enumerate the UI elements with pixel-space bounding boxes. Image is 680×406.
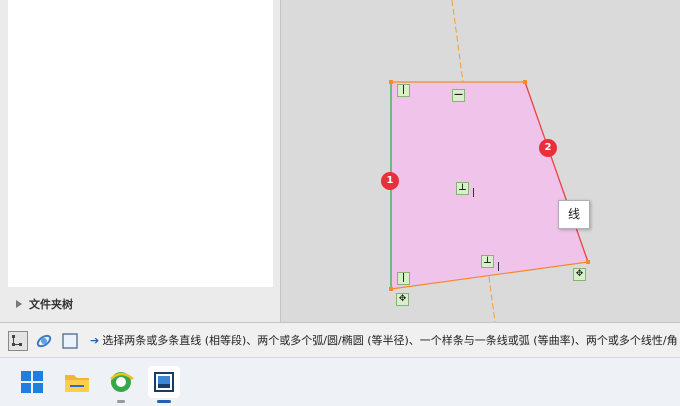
sketch-svg	[389, 0, 590, 322]
windows-start-icon[interactable]	[16, 366, 48, 398]
rectangle-select-icon[interactable]	[60, 331, 80, 351]
edge-badge-1[interactable]: 1	[381, 172, 399, 190]
expand-triangle-icon[interactable]	[16, 300, 22, 308]
tree-area[interactable]	[8, 0, 273, 287]
taskbar	[0, 357, 680, 406]
command-prompt: ➔ 选择两条或多条直线 (相等段)、两个或多个弧/圆/椭圆 (等半径)、一个样条与…	[90, 332, 680, 350]
smart-select-icon[interactable]	[34, 331, 54, 351]
prompt-arrow-icon: ➔	[90, 334, 100, 347]
folder-tree-label: 文件夹树	[29, 298, 73, 311]
folder-tree-header[interactable]: 文件夹树	[16, 295, 73, 313]
selection-mode-button[interactable]	[8, 331, 28, 351]
edge-badge-2[interactable]: 2	[539, 139, 557, 157]
command-strip: ➔ 选择两条或多条直线 (相等段)、两个或多个弧/圆/椭圆 (等半径)、一个样条与…	[0, 322, 680, 358]
active-app-indicator	[157, 400, 171, 403]
fix-point-icon[interactable]: ✥	[396, 293, 409, 306]
perpendicular-relation-icon[interactable]: ⊥	[456, 182, 469, 195]
browser-icon[interactable]	[105, 366, 137, 398]
vertical-relation-icon[interactable]: |	[397, 84, 410, 97]
vertex-point[interactable]	[586, 260, 590, 264]
fix-point-icon[interactable]: ✥	[573, 268, 586, 281]
perpendicular-relation-icon[interactable]: ⊥	[481, 255, 494, 268]
text-cursor-mark	[473, 188, 474, 197]
vertical-relation-icon[interactable]: |	[397, 272, 410, 285]
running-indicator	[117, 400, 125, 403]
horizontal-relation-icon[interactable]: —	[452, 89, 465, 102]
left-panel: 文件夹树	[0, 0, 281, 322]
vertex-point[interactable]	[389, 80, 393, 84]
text-cursor-mark	[498, 262, 499, 271]
file-explorer-icon[interactable]	[61, 366, 93, 398]
prompt-text: 选择两条或多条直线 (相等段)、两个或多个弧/圆/椭圆 (等半径)、一个样条与一…	[102, 334, 678, 347]
vertex-point[interactable]	[523, 80, 527, 84]
cad-app-icon[interactable]	[148, 366, 180, 398]
vertex-point[interactable]	[389, 287, 393, 291]
sketch-canvas[interactable]	[281, 0, 680, 322]
tooltip: 线	[558, 200, 590, 229]
